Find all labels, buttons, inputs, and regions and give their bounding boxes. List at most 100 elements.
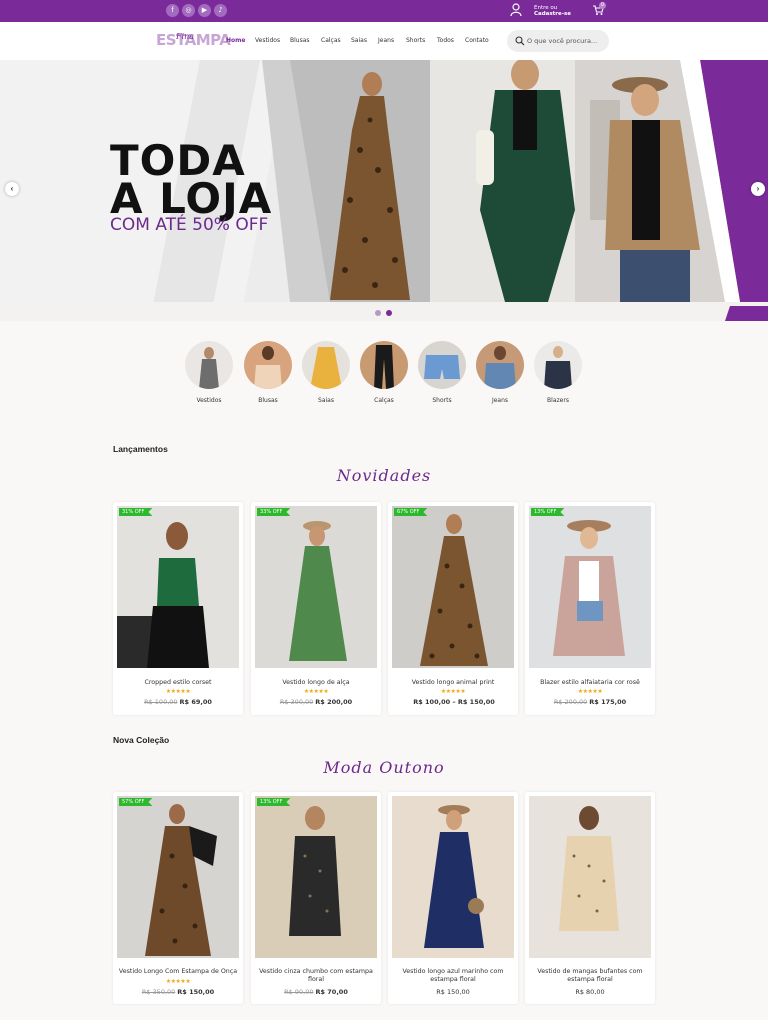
category-image: [534, 341, 582, 389]
search-placeholder: O que você procura...: [527, 37, 598, 45]
logo-script: Fina: [176, 32, 195, 41]
old-price: R$ 90,00: [284, 988, 314, 996]
product-price: R$ 200,00 R$ 175,00: [525, 698, 655, 706]
product-name[interactable]: Vestido longo de alça: [255, 679, 377, 687]
category-image: [418, 341, 466, 389]
new-price: R$ 200,00: [315, 698, 353, 706]
login-link[interactable]: Entre ou Cadastre-se: [534, 5, 571, 17]
category-label: Jeans: [491, 397, 509, 404]
instagram-icon[interactable]: ◎: [182, 4, 195, 17]
category-label: Calças: [374, 397, 394, 404]
product-card[interactable]: 33% OFF Vestido longo de alça ★★★★★ R$ 3…: [251, 502, 381, 715]
rating-stars: ★★★★★: [165, 689, 191, 695]
product-card[interactable]: 67% OFF Vestido longo animal print ★★★★★…: [388, 502, 518, 715]
hero-next-button[interactable]: ›: [751, 182, 765, 196]
nav-jeans[interactable]: Jeans: [378, 37, 394, 44]
discount-badge: 13% OFF: [257, 798, 291, 806]
product-image[interactable]: [529, 796, 651, 958]
new-price: R$ 80,00: [575, 988, 605, 996]
category-image: [185, 341, 233, 389]
new-price: R$ 175,00: [589, 698, 627, 706]
category-label: Shorts: [432, 397, 452, 404]
product-name[interactable]: Vestido de mangas bufantes com estampa f…: [529, 968, 651, 984]
old-price: R$ 100,00: [144, 698, 178, 706]
product-image[interactable]: 67% OFF: [392, 506, 514, 668]
rating-stars: ★★★★★: [440, 689, 466, 695]
category-vestidos[interactable]: Vestidos: [184, 341, 234, 404]
category-calcas[interactable]: Calças: [359, 341, 409, 404]
category-shorts[interactable]: Shorts: [417, 341, 467, 404]
nav-blusas[interactable]: Blusas: [290, 37, 310, 44]
product-name[interactable]: Blazer estilo alfaiataria cor rosê: [529, 679, 651, 687]
tiktok-icon[interactable]: ♪: [214, 4, 227, 17]
hero-prev-button[interactable]: ‹: [5, 182, 19, 196]
category-label: Saias: [318, 397, 334, 404]
section-label-nova-colecao: Nova Coleção: [113, 735, 170, 745]
product-card[interactable]: 13% OFF Blazer estilo alfaiataria cor ro…: [525, 502, 655, 715]
product-price: R$ 90,00 R$ 70,00: [251, 988, 381, 996]
product-name[interactable]: Vestido Longo Com Estampa de Onça: [117, 968, 239, 976]
category-label: Vestidos: [196, 397, 222, 404]
category-blazers[interactable]: Blazers: [533, 341, 583, 404]
login-line2: Cadastre-se: [534, 11, 572, 17]
old-price: R$ 350,00: [141, 988, 176, 996]
nav-home[interactable]: Home: [226, 37, 245, 44]
hero-subtitle: COM ATÉ 50% OFF: [110, 215, 269, 235]
hero-title: TODA A LOJA: [110, 140, 273, 223]
product-price: R$ 300,00 R$ 200,00: [251, 698, 381, 706]
product-card[interactable]: 13% OFF Vestido cinza chumbo com estampa…: [251, 792, 381, 1004]
nav-vestidos[interactable]: Vestidos: [255, 37, 280, 44]
discount-badge: 33% OFF: [257, 508, 291, 516]
carousel-dot-2[interactable]: [386, 310, 392, 316]
product-card[interactable]: Vestido longo azul marinho com estampa f…: [388, 792, 518, 1004]
category-image: [360, 341, 408, 389]
discount-badge: 67% OFF: [394, 508, 428, 516]
category-jeans[interactable]: Jeans: [475, 341, 525, 404]
user-icon[interactable]: [510, 3, 522, 17]
nav-calcas[interactable]: Calças: [321, 37, 341, 44]
new-price: R$ 100,00 – R$ 150,00: [413, 698, 495, 706]
category-saias[interactable]: Saias: [301, 341, 351, 404]
product-image[interactable]: 57% OFF: [117, 796, 239, 958]
new-price: R$ 69,00: [179, 698, 212, 706]
product-price: R$ 150,00: [388, 988, 518, 996]
search-icon: [515, 36, 525, 46]
product-card[interactable]: 31% OFF Cropped estilo corset ★★★★★ R$ 1…: [113, 502, 243, 715]
search-input[interactable]: O que você procura...: [507, 30, 609, 52]
product-name[interactable]: Vestido longo azul marinho com estampa f…: [392, 968, 514, 984]
category-image: [476, 341, 524, 389]
hero-banner[interactable]: TODA A LOJA COM ATÉ 50% OFF ‹ ›: [0, 60, 768, 321]
product-image[interactable]: 31% OFF: [117, 506, 239, 668]
new-price: R$ 150,00: [177, 988, 215, 996]
nav-todos[interactable]: Todos: [437, 37, 454, 44]
product-name[interactable]: Cropped estilo corset: [117, 679, 239, 687]
product-name[interactable]: Vestido longo animal print: [392, 679, 514, 687]
product-image[interactable]: 13% OFF: [255, 796, 377, 958]
nav-shorts[interactable]: Shorts: [406, 37, 425, 44]
nav-saias[interactable]: Saias: [351, 37, 367, 44]
category-blusas[interactable]: Blusas: [243, 341, 293, 404]
product-price: R$ 100,00 R$ 69,00: [113, 698, 243, 706]
rating-stars: ★★★★★: [577, 689, 603, 695]
product-card[interactable]: 57% OFF Vestido Longo Com Estampa de Onç…: [113, 792, 243, 1004]
category-image: [244, 341, 292, 389]
product-name[interactable]: Vestido cinza chumbo com estampa floral: [255, 968, 377, 984]
facebook-icon[interactable]: f: [166, 4, 179, 17]
product-card[interactable]: Vestido de mangas bufantes com estampa f…: [525, 792, 655, 1004]
product-price: R$ 80,00: [525, 988, 655, 996]
section-heading-novidades: Novidades: [336, 466, 432, 485]
discount-badge: 31% OFF: [119, 508, 153, 516]
product-price: R$ 350,00 R$ 150,00: [113, 988, 243, 996]
carousel-dot-1[interactable]: [375, 310, 381, 316]
hero-title-line2: A LOJA: [110, 174, 273, 223]
rating-stars: ★★★★★: [303, 689, 329, 695]
product-image[interactable]: 13% OFF: [529, 506, 651, 668]
cart-count-badge: 0: [599, 2, 606, 9]
product-image[interactable]: [392, 796, 514, 958]
category-image: [302, 341, 350, 389]
product-image[interactable]: 33% OFF: [255, 506, 377, 668]
header: ESTAMPA Fina Home Vestidos Blusas Calças…: [0, 22, 768, 60]
youtube-icon[interactable]: ▶: [198, 4, 211, 17]
nav-contato[interactable]: Contato: [465, 37, 489, 44]
category-label: Blazers: [547, 397, 569, 404]
